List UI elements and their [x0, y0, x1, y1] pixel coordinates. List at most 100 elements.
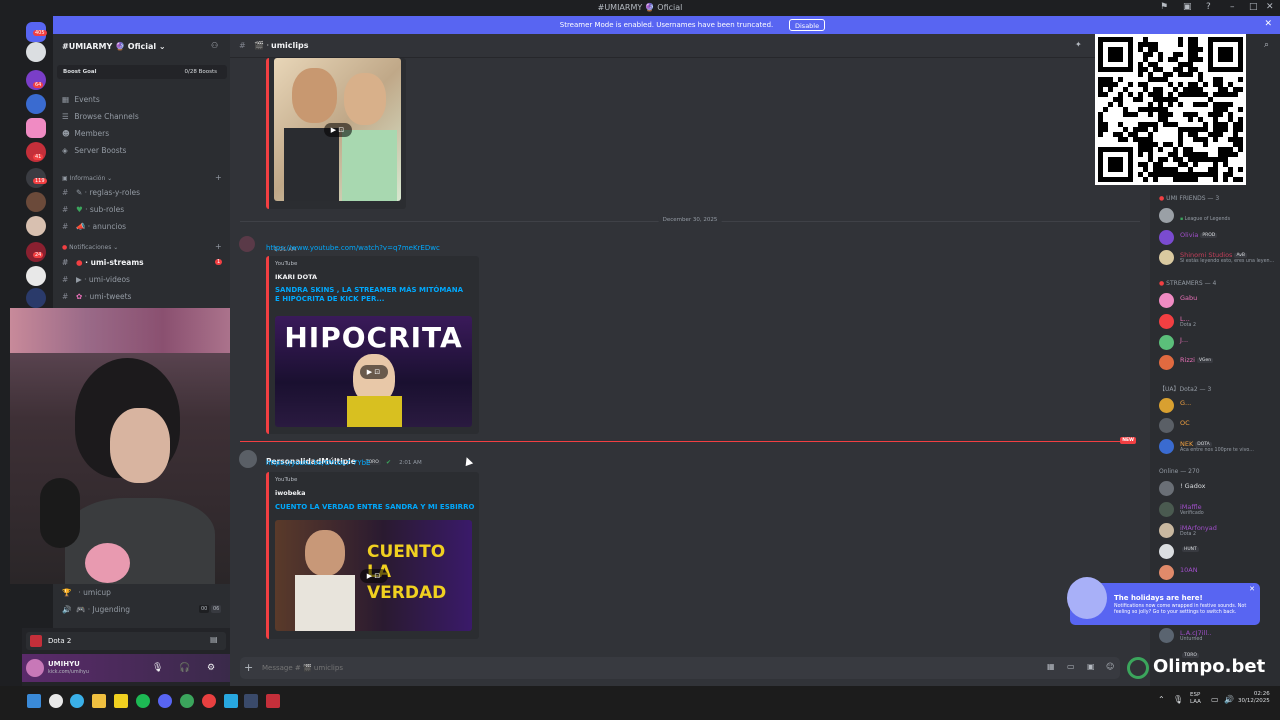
app-icon[interactable]	[202, 694, 216, 708]
gif-icon[interactable]: ▭	[1067, 662, 1075, 671]
message-link[interactable]: https://youtu.be/OYcoL7-7YbE	[266, 459, 370, 467]
holiday-toast[interactable]: The holidays are here! Notifications now…	[1067, 577, 1260, 625]
speaker-icon: 🔊	[62, 605, 72, 614]
tray-chevron-icon[interactable]: ⌃	[1158, 695, 1165, 704]
dota-icon[interactable]	[266, 694, 280, 708]
search-icon[interactable]: ⌕	[1264, 40, 1269, 50]
embed-title[interactable]: SANDRA SKINS , LA STREAMER MÁS MITÓMANA …	[275, 286, 470, 305]
server-icon[interactable]	[26, 192, 46, 212]
cartoon-thumbnail[interactable]: ▶ ⊡	[274, 58, 401, 201]
edge-browser-icon[interactable]	[70, 694, 84, 708]
channel-item[interactable]: # ♥ · sub-roles	[62, 205, 124, 214]
member-row[interactable]: ! Gadox	[1159, 481, 1279, 497]
server-icon[interactable]	[26, 42, 46, 62]
message-input-bar[interactable]: + ▦ ▭ ▣ ☺	[240, 657, 1120, 679]
network-icon[interactable]: ▭	[1211, 695, 1219, 704]
video-thumbnail[interactable]: CUENTO LA VERDAD ▶ ⊡	[275, 520, 472, 631]
close-banner-icon[interactable]: ✕	[1264, 19, 1272, 29]
microphone-icon[interactable]: 🎙	[152, 663, 163, 673]
nav-events[interactable]: ▦ Events	[62, 95, 100, 104]
member-row[interactable]: G...	[1159, 398, 1279, 414]
nav-browse-channels[interactable]: ☰ Browse Channels	[62, 112, 139, 121]
server-icon-active[interactable]	[26, 118, 46, 138]
close-icon[interactable]: ✕	[1249, 585, 1255, 593]
invite-icon[interactable]: ⚇	[211, 41, 218, 50]
member-row[interactable]: OC	[1159, 418, 1279, 434]
channel-item[interactable]: # ▶ · umi-videos	[62, 275, 130, 284]
add-channel-icon[interactable]: +	[215, 242, 222, 251]
pin-icon[interactable]: ⚑	[1160, 2, 1168, 12]
member-row[interactable]: iMArfonyad Dota 2	[1159, 523, 1279, 539]
server-icon[interactable]	[26, 288, 46, 308]
play-icon[interactable]: ▶ ⊡	[359, 364, 388, 379]
voice-channel-item[interactable]: 🔊 🎮 · Jugending	[62, 605, 130, 614]
activity-icon[interactable]: ▤	[210, 635, 218, 644]
voice-status-bar[interactable]: Dota 2 ▤	[26, 632, 226, 650]
member-row[interactable]: Rizzi VGen	[1159, 355, 1279, 371]
embed-title[interactable]: CUENTO LA VERDAD ENTRE SANDRA Y MI ESBIR…	[275, 503, 475, 512]
member-row[interactable]: HUNT	[1159, 544, 1279, 560]
gift-icon[interactable]: ▦	[1047, 662, 1055, 671]
member-row[interactable]: L... Dota 2	[1159, 314, 1279, 330]
user-info[interactable]: UMIHYU kick.com/umihyu 🎙 🎧 ⚙	[22, 654, 230, 682]
headphones-icon[interactable]: 🎧	[179, 663, 190, 673]
member-row[interactable]: iMaffle Verificado	[1159, 502, 1279, 518]
member-row[interactable]: NEK DOTA Aca entre nos 100pre te vivo...	[1159, 439, 1279, 455]
disable-streamer-mode-button[interactable]: Disable	[789, 19, 826, 31]
channel-item[interactable]: # ✎ · reglas-y-roles	[62, 188, 140, 197]
play-icon[interactable]: ▶ ⊡	[323, 122, 352, 137]
help-icon[interactable]: ?	[1206, 2, 1211, 12]
category-informacion[interactable]: ▣ Información ⌄	[62, 175, 112, 182]
windows-start-icon[interactable]	[27, 694, 41, 708]
message-link[interactable]: https://www.youtube.com/watch?v=q7meKrED…	[266, 244, 440, 252]
channel-item[interactable]: # 📣 · anuncios	[62, 222, 126, 231]
avatar[interactable]	[239, 236, 255, 252]
category-notificaciones[interactable]: ● Notificaciones ⌄	[62, 244, 118, 251]
spotify-icon[interactable]	[136, 694, 150, 708]
server-name[interactable]: #UMIARMY 🔮 Oficial ⌄	[62, 42, 166, 51]
avatar[interactable]	[239, 450, 257, 468]
nav-members[interactable]: ☻ Members	[62, 129, 109, 138]
voice-channel-item[interactable]: 🏆 · umicup	[62, 588, 111, 597]
discord-icon[interactable]	[158, 694, 172, 708]
clock[interactable]: 02:26 30/12/2025	[1238, 691, 1270, 706]
channel-item[interactable]: # ✿ · umi-tweets	[62, 292, 131, 301]
add-attachment-icon[interactable]: +	[244, 661, 253, 674]
file-explorer-icon[interactable]	[92, 694, 106, 708]
emoji-icon[interactable]: ☺	[1106, 662, 1114, 671]
app-icon[interactable]	[224, 694, 238, 708]
member-row[interactable]: Shinomi Studios AvB Si estás leyendo esto,…	[1159, 250, 1279, 266]
pinned-icon[interactable]: ✦	[1075, 40, 1082, 49]
notes-icon[interactable]	[114, 694, 128, 708]
member-row[interactable]: Gabu	[1159, 293, 1279, 309]
play-icon[interactable]: ▶ ⊡	[359, 568, 388, 583]
member-row[interactable]: ▪ League of Legends	[1159, 208, 1279, 224]
minimize-icon[interactable]: –	[1230, 2, 1235, 12]
chrome-icon[interactable]	[180, 694, 194, 708]
close-icon[interactable]: ✕	[1266, 2, 1274, 12]
server-icon[interactable]	[26, 94, 46, 114]
video-thumbnail[interactable]: HIPOCRITA ▶ ⊡	[275, 316, 472, 427]
tray-mic-icon[interactable]: 🎙	[1173, 695, 1183, 704]
server-icon[interactable]	[26, 266, 46, 286]
sticker-icon[interactable]: ▣	[1087, 662, 1095, 671]
maximize-icon[interactable]: □	[1249, 2, 1258, 12]
server-icon[interactable]	[26, 216, 46, 236]
add-channel-icon[interactable]: +	[215, 173, 222, 182]
embed-author[interactable]: iwobeka	[275, 489, 305, 497]
message-input[interactable]	[262, 661, 862, 675]
member-row[interactable]: Olivia PROD	[1159, 230, 1279, 246]
nav-server-boosts[interactable]: ◈ Server Boosts	[62, 146, 126, 155]
language-indicator[interactable]: ESP LAA	[1190, 692, 1201, 706]
steam-icon[interactable]	[244, 694, 258, 708]
embed-author[interactable]: IKARI DOTA	[275, 273, 317, 281]
member-row[interactable]: 10AN	[1159, 565, 1279, 581]
settings-gear-icon[interactable]: ⚙	[207, 663, 215, 673]
inbox-icon[interactable]: ▣	[1183, 2, 1192, 12]
boost-goal-bar[interactable]: Boost Goal 0/28 Boosts	[57, 65, 227, 79]
member-row[interactable]: L.A.cJ7ill.. Unturned	[1159, 628, 1279, 644]
volume-icon[interactable]: 🔊	[1224, 695, 1234, 704]
member-row[interactable]: J...	[1159, 335, 1279, 351]
channel-item-unread[interactable]: # ● · umi-streams	[62, 258, 144, 267]
app-icon[interactable]	[49, 694, 63, 708]
